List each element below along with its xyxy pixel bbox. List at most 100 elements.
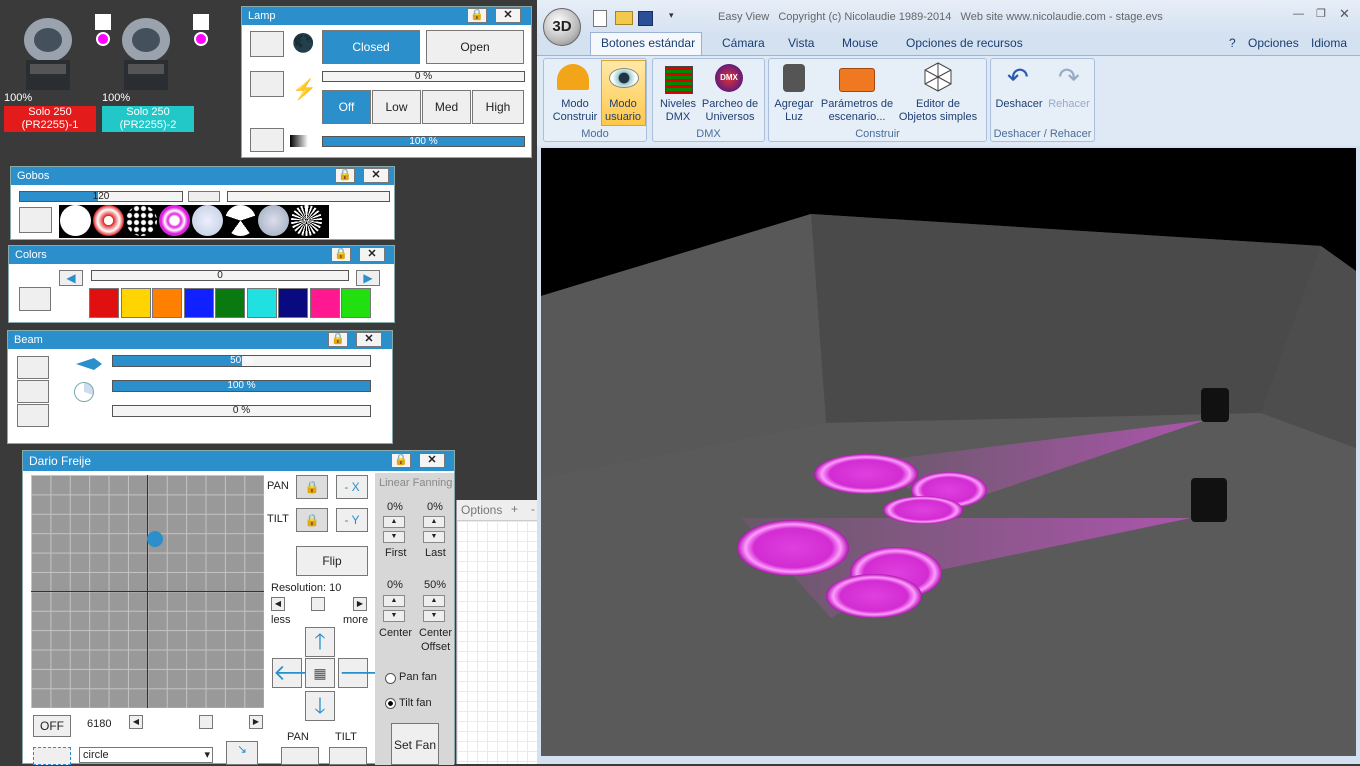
shutter-preset-button[interactable] [250,31,284,57]
color-swatch[interactable] [215,288,245,318]
minimize-button[interactable]: — [1293,8,1304,20]
effect-off-button[interactable]: OFF [33,715,71,737]
arrow-down-button[interactable]: 🡓 [305,691,335,721]
center-button[interactable]: ▦ [305,658,335,688]
center-up-button[interactable]: ▲ [383,595,405,607]
quick-access-dropdown-icon[interactable]: ▾ [669,10,674,21]
position-dot[interactable] [147,531,163,547]
pantilt-grid[interactable] [31,475,264,708]
agregar-luz-button[interactable]: Agregar Luz [771,98,817,124]
tab-camara[interactable]: Cámara [722,36,765,50]
open-folder-icon[interactable] [615,11,633,25]
shape-select[interactable]: circle ▾ [79,747,213,763]
strobe-bar[interactable]: 0 % [322,71,525,82]
gobo-magenta-swirl-icon[interactable] [159,205,190,236]
last-down-button[interactable]: ▼ [423,531,445,543]
close-icon[interactable]: ✕ [419,453,445,468]
offset-down-button[interactable]: ▼ [423,610,445,622]
dimmer-preset-button[interactable] [250,128,284,152]
close-window-button[interactable]: ✕ [1339,6,1350,22]
pan-fan-radio[interactable] [385,673,396,684]
stage-3d-viewport[interactable] [541,148,1356,756]
lock-icon[interactable]: 🔒 [328,332,348,347]
lamp-off-button[interactable]: Off [322,90,371,124]
pan-fan-button[interactable] [281,747,319,765]
lamp-high-button[interactable]: High [472,90,524,124]
focus-preset-button[interactable] [17,356,49,379]
close-icon[interactable]: ✕ [495,8,521,23]
color-swatch[interactable] [183,288,214,318]
parcheo-universos-button[interactable]: Parcheo de Universos [699,98,761,124]
fixture-2[interactable]: 100% Solo 250 (PR2255)-2 [102,14,209,134]
open-button[interactable]: Open [426,30,524,64]
shape-preview-button[interactable] [33,747,71,765]
dimmer-bar[interactable]: 100 % [322,136,525,147]
gobo-glass-icon[interactable] [192,205,223,236]
closed-button[interactable]: Closed [322,30,420,64]
idioma-menu[interactable]: Idioma [1311,36,1347,50]
modo-construir-button[interactable]: Modo Construir [547,98,603,124]
options-add-button[interactable]: + [511,502,518,516]
center-down-button[interactable]: ▼ [383,610,405,622]
gobo-preset-button[interactable] [19,207,52,233]
gobo-rays-icon[interactable] [291,205,322,236]
gobo-fan-icon[interactable] [225,205,256,236]
resolution-less-button[interactable]: ◀ [271,597,285,611]
tilt-fan-button[interactable] [329,747,367,765]
strobe-preset-button[interactable] [250,71,284,97]
last-up-button[interactable]: ▲ [423,516,445,528]
pan-lock-button[interactable]: 🔒 [296,475,328,499]
color-swatch[interactable] [309,288,340,318]
prism-bar[interactable]: 0 % [112,405,371,417]
close-icon[interactable]: ✕ [363,168,389,183]
options-remove-button[interactable]: - [531,502,535,516]
tilt-fan-radio[interactable] [385,698,396,709]
lamp-low-button[interactable]: Low [372,90,421,124]
first-down-button[interactable]: ▼ [383,531,405,543]
tab-mouse[interactable]: Mouse [842,36,878,50]
gobo-swirl-red-icon[interactable] [93,205,124,236]
close-icon[interactable]: ✕ [359,247,385,262]
gobo-dots-icon[interactable] [126,205,157,236]
niveles-dmx-button[interactable]: Niveles DMX [655,98,701,124]
fixture-1[interactable]: 100% Solo 250 (PR2255)-1 [4,14,111,134]
color-swatch[interactable] [89,288,119,318]
first-up-button[interactable]: ▲ [383,516,405,528]
offset-up-button[interactable]: ▲ [423,595,445,607]
color-prev-button[interactable]: ◀ [59,270,83,286]
modo-usuario-button[interactable]: Modo usuario [599,98,647,124]
lock-icon[interactable]: 🔒 [335,168,355,183]
app-logo[interactable]: 3D [543,8,581,46]
tab-opciones-de-recursos[interactable]: Opciones de recursos [906,36,1023,50]
lock-icon[interactable]: 🔒 [391,453,411,468]
speed-less-button[interactable]: ◀ [129,715,143,729]
lamp-med-button[interactable]: Med [422,90,471,124]
color-swatch[interactable] [120,288,151,318]
prism-preset-button[interactable] [17,404,49,427]
focus-bar[interactable]: 50 % [112,355,371,367]
gobo-texture-icon[interactable] [258,205,289,236]
close-icon[interactable]: ✕ [356,332,382,347]
color-swatch[interactable] [152,288,182,318]
invert-y-button[interactable]: - Y [336,508,368,532]
rehacer-button[interactable]: Rehacer [1045,98,1093,111]
fixture-select-box[interactable] [193,14,209,30]
gobo-bar[interactable]: 120 [19,191,183,202]
arrow-left-button[interactable]: 🡐 [272,658,332,688]
lock-icon[interactable]: 🔒 [467,8,487,23]
deshacer-button[interactable]: Deshacer [993,98,1045,111]
save-icon[interactable] [638,11,653,26]
gobo-rotation-bar[interactable] [227,191,390,202]
parametros-escenario-button[interactable]: Parámetros de escenario... [819,98,895,124]
arrow-up-button[interactable]: 🡑 [305,627,335,657]
shape-rotate-button[interactable]: ↘ [226,741,258,765]
color-swatch[interactable] [341,288,371,318]
speed-more-button[interactable]: ▶ [249,715,263,729]
flip-button[interactable]: Flip [296,546,368,576]
speed-slider-thumb[interactable] [199,715,213,729]
resolution-more-button[interactable]: ▶ [353,597,367,611]
help-menu[interactable]: ? [1229,36,1236,50]
color-bar[interactable]: 0 [91,270,349,281]
invert-x-button[interactable]: - X [336,475,368,499]
color-next-button[interactable]: ▶ [356,270,380,286]
